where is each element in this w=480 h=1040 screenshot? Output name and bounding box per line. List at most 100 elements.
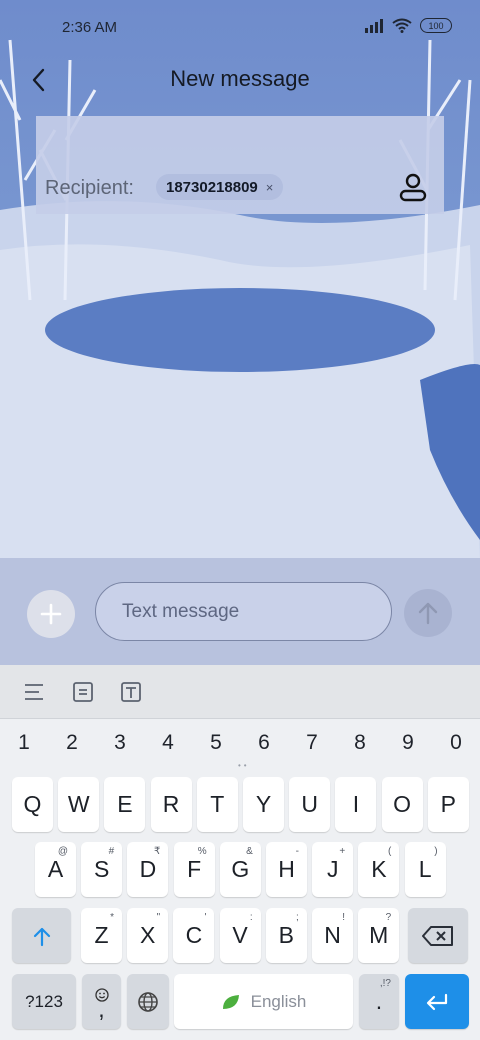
key-v-label: V	[232, 922, 248, 948]
recipient-panel[interactable]: Recipient: 18730218809 ×	[36, 116, 444, 214]
send-button[interactable]	[404, 589, 452, 637]
clipboard-icon[interactable]	[72, 681, 94, 703]
enter-key[interactable]	[405, 974, 469, 1029]
enter-icon	[426, 993, 448, 1010]
key-y[interactable]: Y	[243, 777, 284, 832]
key-x-symbol: "	[156, 912, 161, 923]
number-key-2[interactable]: 2	[57, 731, 87, 755]
key-s-label: S	[94, 856, 110, 882]
symbols-key[interactable]: ?123	[12, 974, 76, 1029]
key-z[interactable]: * Z	[81, 908, 122, 963]
key-h-symbol: -	[295, 846, 299, 857]
key-b-symbol: ;	[296, 912, 299, 923]
key-x[interactable]: " X	[127, 908, 169, 963]
key-j-symbol: +	[339, 846, 346, 857]
key-v[interactable]: :V	[219, 908, 261, 963]
number-key-1[interactable]: 1	[9, 731, 39, 755]
compose-bar: Text message	[0, 558, 480, 665]
key-r[interactable]: R	[150, 777, 192, 832]
period-key[interactable]: ,!? .	[359, 974, 399, 1029]
number-key-0[interactable]: 0	[441, 731, 471, 755]
key-w[interactable]: W	[58, 777, 100, 832]
shift-icon	[33, 927, 50, 946]
key-i[interactable]: I	[335, 777, 377, 832]
key-m-symbol: ?	[385, 912, 392, 923]
key-f-symbol: %	[197, 846, 207, 857]
message-input[interactable]: Text message	[95, 582, 392, 641]
recipient-chip-number: 18730218809	[166, 178, 258, 196]
period-label: .	[375, 988, 383, 1014]
space-bar[interactable]: English	[174, 974, 353, 1029]
menu-lines-icon[interactable]	[23, 681, 45, 703]
key-a[interactable]: @ A	[35, 842, 76, 897]
number-key-8[interactable]: 8	[345, 731, 375, 755]
keyboard-toolbar	[0, 665, 480, 719]
key-q[interactable]: Q	[12, 777, 53, 832]
key-d[interactable]: ₹ D	[127, 842, 169, 897]
key-k-symbol: (	[388, 846, 392, 857]
key-c[interactable]: ' C	[173, 908, 215, 963]
attach-button[interactable]	[27, 590, 75, 638]
key-s-symbol: #	[108, 846, 115, 857]
key-h-label: H	[278, 856, 295, 882]
recipient-label: Recipient:	[45, 177, 134, 199]
key-l-label: L	[418, 856, 432, 882]
comma-label: ,	[98, 995, 105, 1022]
key-j[interactable]: + J	[312, 842, 354, 897]
number-key-7[interactable]: 7	[297, 731, 327, 755]
backspace-key[interactable]	[408, 908, 468, 963]
key-b-label: B	[278, 922, 294, 948]
space-bar-label: English	[250, 991, 307, 1011]
key-v-symbol: :	[249, 912, 253, 923]
number-key-3[interactable]: 3	[105, 731, 135, 755]
shift-key[interactable]	[12, 908, 71, 963]
key-p[interactable]: P	[427, 777, 469, 832]
contact-picker-icon[interactable]	[398, 172, 428, 202]
period-key-sup: ,!?	[379, 978, 391, 989]
key-d-label: D	[139, 856, 157, 882]
key-u[interactable]: U	[289, 777, 331, 832]
keyboard: 1234567890 •• QWERTYUIOP @ A # S ₹ D% F & G - H + J(…	[0, 719, 480, 1040]
key-f[interactable]: % F	[173, 842, 215, 897]
recipient-chip[interactable]: 18730218809 ×	[156, 174, 284, 200]
key-l[interactable]: ) L	[404, 842, 446, 897]
key-m-label: M	[369, 922, 389, 948]
key-d-symbol: ₹	[154, 846, 161, 857]
key-h[interactable]: -H	[266, 842, 307, 897]
key-n[interactable]: ! N	[312, 908, 353, 963]
language-key[interactable]	[127, 974, 169, 1029]
key-c-symbol: '	[204, 912, 207, 923]
key-x-label: X	[140, 922, 156, 948]
up-arrow-icon	[418, 602, 438, 625]
key-f-label: F	[187, 856, 202, 882]
key-z-symbol: *	[110, 912, 114, 923]
key-e[interactable]: E	[104, 777, 146, 832]
number-key-6[interactable]: 6	[249, 731, 279, 755]
key-b[interactable]: ; B	[265, 908, 307, 963]
key-g-symbol: &	[246, 846, 253, 857]
text-format-icon[interactable]	[120, 681, 142, 703]
number-key-4[interactable]: 4	[153, 731, 183, 755]
key-g[interactable]: & G	[219, 842, 261, 897]
key-k[interactable]: (K	[358, 842, 400, 897]
emoji-comma-key[interactable]: ,	[82, 974, 121, 1029]
key-j-label: J	[326, 856, 339, 882]
status-time: 2:36 AM	[62, 19, 118, 36]
backspace-icon	[422, 925, 453, 946]
key-s[interactable]: # S	[81, 842, 123, 897]
chip-remove-icon[interactable]: ×	[266, 180, 274, 195]
key-m[interactable]: ? M	[358, 908, 400, 963]
battery-icon: 100	[420, 18, 452, 33]
key-t[interactable]: T	[196, 777, 238, 832]
key-a-label: A	[47, 856, 64, 882]
key-a-symbol: @	[57, 846, 68, 857]
wifi-icon	[392, 18, 412, 33]
status-bar: 2:36 AM 100	[0, 0, 480, 56]
key-z-label: Z	[94, 922, 109, 948]
key-c-label: C	[185, 922, 203, 948]
globe-icon	[138, 991, 158, 1012]
number-key-5[interactable]: 5	[201, 731, 231, 755]
key-n-label: N	[324, 922, 341, 948]
number-key-9[interactable]: 9	[393, 731, 423, 755]
key-o[interactable]: O	[381, 777, 423, 832]
